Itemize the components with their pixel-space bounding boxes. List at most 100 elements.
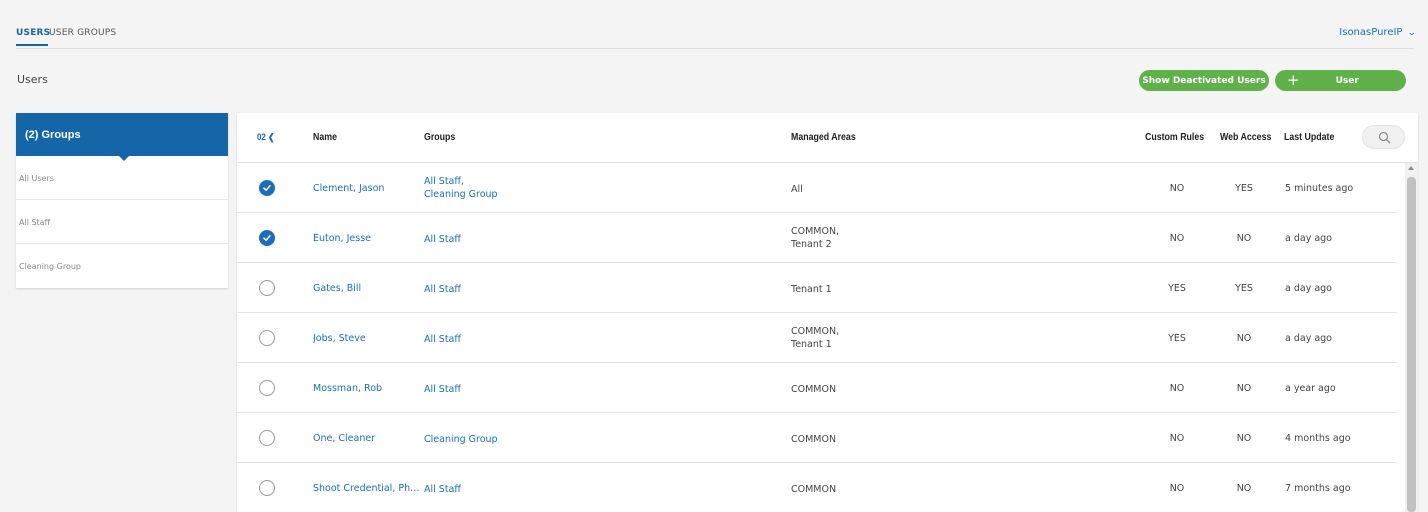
active-tab-indicator [16,44,48,46]
user-name-link[interactable]: Mossman, Rob [313,383,421,394]
user-name-link[interactable]: Gates, Bill [313,283,421,294]
row-checkbox-checked[interactable] [259,230,275,246]
user-groups-link[interactable]: All Staff [424,483,461,496]
table-row[interactable]: Shoot Credential, Pho... All Staff COMMON N… [237,463,1397,512]
custom-rules-cell: YES [1168,333,1186,344]
add-user-button[interactable]: + User [1275,70,1406,91]
groups-panel-header[interactable]: (2) Groups [16,113,228,161]
user-name-link[interactable]: Jobs, Steve [313,333,421,344]
plus-icon: + [1287,71,1300,89]
custom-rules-cell: YES [1168,283,1186,294]
show-deactivated-users-button[interactable]: Show Deactivated Users [1139,70,1269,91]
managed-areas-cell-line: All [791,184,803,195]
column-header-name[interactable]: Name [313,132,337,143]
row-checkbox[interactable] [259,280,275,296]
groups-panel-title: (2) Groups [25,129,81,141]
column-header-groups[interactable]: Groups [424,132,455,143]
user-name-link[interactable]: Shoot Credential, Pho... [313,483,421,494]
add-user-label: User [1335,75,1359,86]
user-groups-link-line: All Staff [424,334,461,345]
last-update-cell: 5 minutes ago [1285,183,1354,194]
last-update-cell: a day ago [1285,333,1332,344]
managed-areas-cell: COMMON [791,433,836,446]
web-access-cell: NO [1236,383,1252,394]
table-row[interactable]: Euton, Jesse All Staff COMMON, Tenant 2 NO NO… [237,213,1397,263]
user-groups-link-line: All Staff [424,384,461,395]
row-checkbox[interactable] [259,330,275,346]
groups-panel: (2) Groups All Users All Staff Cleaning … [16,113,228,288]
table-row[interactable]: Jobs, Steve All Staff COMMON, Tenant 1 YES NO… [237,313,1397,363]
last-update-cell: a day ago [1285,283,1332,294]
user-groups-link-line: All Staff [424,234,461,245]
row-checkbox[interactable] [259,380,275,396]
group-item-cleaning-group[interactable]: Cleaning Group [16,244,228,288]
managed-areas-cell-line: COMMON [791,484,837,495]
last-update-cell: a day ago [1285,233,1332,244]
managed-areas-cell-line: COMMON [791,434,837,445]
group-item-all-users[interactable]: All Users [16,156,228,200]
user-groups-link[interactable]: All Staff [424,283,461,296]
managed-areas-cell-line: Tenant 1 [791,339,832,350]
column-header-last-update[interactable]: Last Update [1284,132,1334,143]
web-access-cell: NO [1236,233,1252,244]
custom-rules-cell: NO [1169,483,1185,494]
column-header-custom-rules[interactable]: Custom Rules [1145,132,1204,143]
user-name-link[interactable]: Euton, Jesse [313,233,421,244]
managed-areas-cell: COMMON [791,383,836,396]
scrollbar[interactable] [1405,163,1418,512]
last-update-cell: 4 months ago [1285,433,1351,444]
scroll-thumb[interactable] [1407,177,1416,512]
web-access-cell: YES [1235,183,1253,194]
table-row[interactable]: One, Cleaner Cleaning Group COMMON NO NO 4 mo… [237,413,1397,463]
column-header-managed-areas[interactable]: Managed Areas [791,132,856,143]
tab-users[interactable]: USERS [16,28,50,38]
checkmark-icon [263,185,271,191]
column-header-web-access[interactable]: Web Access [1220,132,1271,143]
user-groups-link-line: Cleaning Group [424,189,498,200]
web-access-cell: YES [1235,283,1253,294]
user-groups-link-line: Cleaning Group [424,434,498,445]
selected-count-toggle[interactable]: 02 ❮ [257,132,275,143]
row-checkbox-checked[interactable] [259,180,275,196]
table-row[interactable]: Clement, Jason All Staff, Cleaning Group Al… [237,163,1397,213]
custom-rules-cell: NO [1169,183,1185,194]
managed-areas-cell-line: COMMON, [791,226,840,237]
managed-areas-cell-line: COMMON [791,384,837,395]
user-name-link[interactable]: Clement, Jason [313,183,421,194]
search-icon [1378,131,1391,144]
user-groups-link-line: All Staff [424,484,461,495]
user-groups-link[interactable]: All Staff, Cleaning Group [424,175,498,201]
users-table: 02 ❮ Name Groups Managed Areas Custom Ru… [237,113,1418,512]
selection-notch [118,155,130,161]
tab-user-groups[interactable]: USER GROUPS [49,28,116,38]
last-update-cell: a year ago [1285,383,1336,394]
user-groups-link[interactable]: All Staff [424,383,461,396]
managed-areas-cell-line: Tenant 1 [791,284,832,295]
user-groups-link[interactable]: All Staff [424,233,461,246]
group-item-all-staff[interactable]: All Staff [16,200,228,244]
table-row[interactable]: Mossman, Rob All Staff COMMON NO NO a year ag… [237,363,1397,413]
divider [16,48,1414,49]
page-title: Users [17,73,48,86]
managed-areas-cell: COMMON [791,483,836,496]
row-checkbox[interactable] [259,430,275,446]
scroll-up-arrow-icon[interactable] [1408,166,1414,170]
managed-areas-cell: Tenant 1 [791,283,832,296]
row-checkbox[interactable] [259,480,275,496]
user-groups-link[interactable]: All Staff [424,333,461,346]
custom-rules-cell: NO [1169,433,1185,444]
user-name-link[interactable]: One, Cleaner [313,433,421,444]
user-groups-link[interactable]: Cleaning Group [424,433,498,446]
account-menu[interactable]: IsonasPureIP ⌄ [1339,27,1418,38]
web-access-cell: NO [1236,433,1252,444]
custom-rules-cell: NO [1169,383,1185,394]
chevron-down-icon: ⌄ [1407,27,1418,38]
table-row[interactable]: Gates, Bill All Staff Tenant 1 YES YES a day … [237,263,1397,313]
search-button[interactable] [1362,125,1405,149]
checkmark-icon [263,235,271,241]
managed-areas-cell: COMMON, Tenant 2 [791,225,839,251]
table-header: 02 ❮ Name Groups Managed Areas Custom Ru… [237,113,1418,163]
managed-areas-cell: COMMON, Tenant 1 [791,325,839,351]
user-groups-link-line: All Staff, [424,176,464,187]
top-tab-bar: USERS USER GROUPS IsonasPureIP ⌄ [0,0,1428,49]
